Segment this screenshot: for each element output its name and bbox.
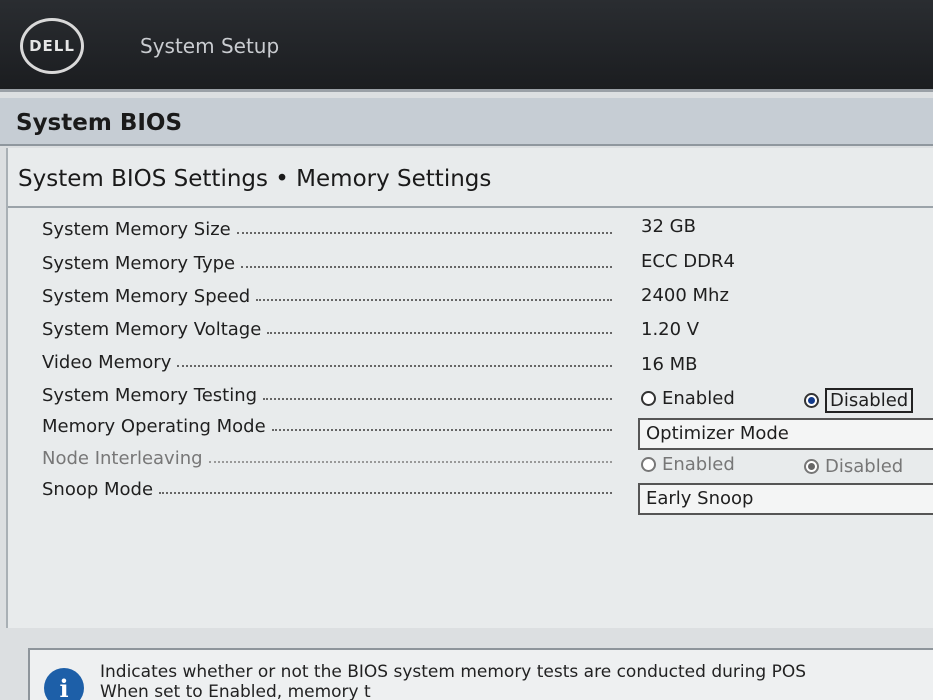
- setting-row-memory-voltage: System Memory Voltage: [42, 312, 612, 340]
- leader-dots: [177, 365, 612, 367]
- radio-unselected-icon: [641, 391, 656, 406]
- memory-size-value: 32 GB: [641, 216, 696, 237]
- section-title: System BIOS: [16, 110, 183, 136]
- help-panel: i Indicates whether or not the BIOS syst…: [28, 648, 933, 700]
- setting-row-operating-mode: Memory Operating Mode: [42, 409, 612, 437]
- section-band: System BIOS: [0, 98, 933, 146]
- snoop-mode-select[interactable]: Early Snoop: [638, 483, 933, 515]
- setting-row-video-memory: Video Memory: [42, 345, 612, 373]
- leader-dots: [241, 266, 612, 268]
- memory-voltage-value: 1.20 V: [641, 319, 700, 340]
- help-line-1: Indicates whether or not the BIOS system…: [100, 662, 806, 682]
- operating-mode-select[interactable]: Optimizer Mode: [638, 418, 933, 450]
- setting-row-memory-type: System Memory Type: [42, 246, 612, 274]
- memory-testing-enabled-radio[interactable]: Enabled: [641, 388, 735, 409]
- title-divider: [8, 206, 933, 208]
- setting-row-memory-size: System Memory Size: [42, 212, 612, 240]
- radio-selected-icon: [804, 459, 819, 474]
- setting-label: Node Interleaving: [42, 448, 203, 469]
- leader-dots: [159, 492, 612, 494]
- setting-label: Memory Operating Mode: [42, 416, 266, 437]
- help-text: Indicates whether or not the BIOS system…: [100, 662, 806, 700]
- video-memory-value: 16 MB: [641, 354, 698, 375]
- help-line-2: When set to Enabled, memory t: [100, 682, 371, 700]
- setting-row-memory-testing: System Memory Testing: [42, 378, 612, 406]
- leader-dots: [236, 232, 612, 234]
- node-interleaving-enabled-radio: Enabled: [641, 454, 735, 475]
- setting-label: System Memory Type: [42, 253, 236, 274]
- memory-speed-value: 2400 Mhz: [641, 285, 729, 306]
- app-title: System Setup: [140, 34, 280, 58]
- radio-unselected-icon: [641, 457, 656, 472]
- page-title: System BIOS Settings • Memory Settings: [18, 166, 492, 192]
- setting-label: System Memory Size: [42, 219, 231, 240]
- setting-label: Snoop Mode: [42, 479, 154, 500]
- setting-row-memory-speed: System Memory Speed: [42, 279, 612, 307]
- settings-panel: System BIOS Settings • Memory Settings S…: [6, 148, 933, 628]
- memory-type-value: ECC DDR4: [641, 251, 735, 272]
- memory-testing-disabled-radio[interactable]: Disabled: [804, 388, 914, 413]
- radio-selected-icon: [804, 393, 819, 408]
- top-header: DELL System Setup: [0, 0, 933, 92]
- radio-label: Enabled: [662, 388, 735, 409]
- leader-dots: [271, 429, 612, 431]
- leader-dots: [263, 398, 612, 400]
- leader-dots: [267, 332, 612, 334]
- setting-label: System Memory Testing: [42, 385, 258, 406]
- setting-label: System Memory Voltage: [42, 319, 262, 340]
- setting-label: Video Memory: [42, 352, 172, 373]
- info-icon: i: [44, 668, 84, 700]
- setting-label: System Memory Speed: [42, 286, 251, 307]
- setting-row-node-interleaving: Node Interleaving: [42, 441, 612, 469]
- leader-dots: [208, 461, 612, 463]
- node-interleaving-disabled-radio: Disabled: [804, 456, 903, 477]
- radio-label: Disabled: [825, 456, 904, 477]
- dell-logo: DELL: [20, 18, 84, 74]
- setting-row-snoop-mode: Snoop Mode: [42, 472, 612, 500]
- radio-label: Enabled: [662, 454, 735, 475]
- radio-label: Disabled: [825, 388, 914, 413]
- leader-dots: [256, 299, 612, 301]
